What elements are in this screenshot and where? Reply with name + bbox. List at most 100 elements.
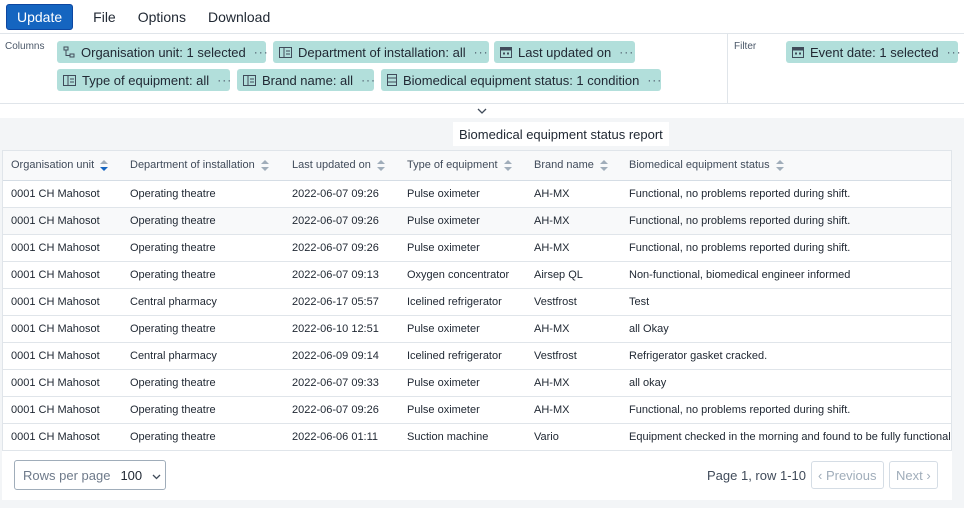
sort-icon: [260, 159, 269, 171]
table-cell: Central pharmacy: [122, 288, 284, 316]
column-header-biomedical-equipment-status[interactable]: Biomedical equipment status: [621, 151, 951, 181]
chip-label: Event date: 1 selected: [810, 44, 939, 60]
table-cell: AH-MX: [526, 180, 621, 208]
previous-page-button[interactable]: ‹ Previous: [811, 461, 884, 489]
table-cell: 0001 CH Mahosot: [3, 423, 122, 451]
table-cell: Pulse oximeter: [399, 180, 526, 208]
chevron-down-icon: [152, 468, 161, 483]
dimension-icon: [279, 45, 292, 59]
chip-biomedical-equipment-status[interactable]: Biomedical equipment status: 1 condition…: [381, 69, 661, 91]
table-cell: Oxygen concentrator: [399, 261, 526, 289]
table-cell: Pulse oximeter: [399, 369, 526, 397]
table-row: 0001 CH Mahosot Operating theatre 2022-06-…: [3, 315, 951, 343]
page-info: Page 1, row 1-10: [707, 468, 807, 483]
chip-event-date[interactable]: Event date: 1 selected ···: [786, 41, 961, 63]
chip-menu-icon[interactable]: ···: [474, 45, 489, 59]
table-cell: Equipment checked in the morning and fou…: [621, 423, 951, 451]
table-cell: Vestfrost: [526, 342, 621, 370]
chip-last-updated-on[interactable]: Last updated on ···: [494, 41, 635, 63]
table-cell: AH-MX: [526, 369, 621, 397]
table-cell: Operating theatre: [122, 369, 284, 397]
table-cell: 2022-06-10 12:51: [284, 315, 399, 343]
download-menu[interactable]: Download: [206, 5, 272, 29]
table-cell: AH-MX: [526, 234, 621, 262]
chip-menu-icon[interactable]: ···: [647, 73, 662, 87]
chip-menu-icon[interactable]: ···: [361, 73, 376, 87]
table-footer: Rows per page 100 Page 1, row 1-10 ‹ Pre…: [2, 451, 952, 500]
table-cell: AH-MX: [526, 396, 621, 424]
chip-department-of-installation[interactable]: Department of installation: all ···: [273, 41, 489, 63]
chip-label: Organisation unit: 1 selected: [81, 44, 246, 60]
table-cell: Operating theatre: [122, 423, 284, 451]
column-header-type-of-equipment[interactable]: Type of equipment: [399, 151, 526, 181]
table-cell: 0001 CH Mahosot: [3, 234, 122, 262]
rows-per-page-value: 100: [120, 467, 143, 483]
table-cell: Pulse oximeter: [399, 234, 526, 262]
table-cell: Airsep QL: [526, 261, 621, 289]
column-header-brand-name[interactable]: Brand name: [526, 151, 621, 181]
rows-per-page-select[interactable]: Rows per page 100: [14, 460, 166, 490]
chip-label: Brand name: all: [262, 72, 354, 88]
dimension-icon: [243, 73, 256, 87]
calendar-icon: [500, 45, 512, 59]
table-row: 0001 CH Mahosot Operating theatre 2022-06-…: [3, 369, 951, 397]
column-header-department-of-installation[interactable]: Department of installation: [122, 151, 284, 181]
layout-panel: Columns Filter Organisation unit: 1 sele…: [0, 33, 964, 104]
menu-bar: Update File Options Download: [0, 0, 964, 33]
table-row: 0001 CH Mahosot Operating theatre 2022-06-…: [3, 396, 951, 424]
data-element-icon: [387, 73, 397, 87]
table-row: 0001 CH Mahosot Operating theatre 2022-06-…: [3, 207, 951, 235]
table-row: 0001 CH Mahosot Central pharmacy 2022-06-1…: [3, 288, 951, 316]
chip-menu-icon[interactable]: ···: [947, 45, 962, 59]
table-cell: 0001 CH Mahosot: [3, 180, 122, 208]
chip-organisation-unit[interactable]: Organisation unit: 1 selected ···: [57, 41, 269, 63]
table-cell: Functional, no problems reported during …: [621, 396, 951, 424]
table-cell: 2022-06-09 09:14: [284, 342, 399, 370]
chip-menu-icon[interactable]: ···: [619, 45, 634, 59]
report-table-container: Organisation unit Department of installa…: [2, 150, 952, 500]
table-cell: Functional, no problems reported during …: [621, 234, 951, 262]
sort-icon: [775, 159, 784, 171]
options-menu[interactable]: Options: [136, 5, 188, 29]
table-row: 0001 CH Mahosot Operating theatre 2022-06-…: [3, 234, 951, 262]
chip-brand-name[interactable]: Brand name: all ···: [237, 69, 376, 91]
table-cell: 2022-06-07 09:26: [284, 180, 399, 208]
chip-label: Last updated on: [518, 44, 612, 60]
sort-descending-icon: [100, 159, 109, 171]
table-cell: AH-MX: [526, 315, 621, 343]
table-cell: 0001 CH Mahosot: [3, 396, 122, 424]
table-cell: Pulse oximeter: [399, 396, 526, 424]
chip-label: Department of installation: all: [298, 44, 466, 60]
table-cell: Pulse oximeter: [399, 207, 526, 235]
next-page-button[interactable]: Next ›: [889, 461, 938, 489]
calendar-icon: [792, 45, 804, 59]
chip-menu-icon[interactable]: ···: [217, 73, 232, 87]
table-row: 0001 CH Mahosot Operating theatre 2022-06-…: [3, 261, 951, 289]
sort-icon: [376, 159, 385, 171]
report-table: Organisation unit Department of installa…: [3, 151, 951, 451]
table-row: 0001 CH Mahosot Operating theatre 2022-06-…: [3, 180, 951, 208]
table-cell: 0001 CH Mahosot: [3, 207, 122, 235]
chip-label: Type of equipment: all: [82, 72, 210, 88]
table-cell: all okay: [621, 369, 951, 397]
table-cell: Operating theatre: [122, 261, 284, 289]
table-cell: 2022-06-06 01:11: [284, 423, 399, 451]
table-cell: 0001 CH Mahosot: [3, 315, 122, 343]
table-cell: 2022-06-07 09:26: [284, 234, 399, 262]
table-cell: Pulse oximeter: [399, 315, 526, 343]
report-title: Biomedical equipment status report: [453, 122, 669, 146]
update-button[interactable]: Update: [6, 3, 74, 30]
table-row: 0001 CH Mahosot Operating theatre 2022-06-…: [3, 423, 951, 451]
chip-type-of-equipment[interactable]: Type of equipment: all ···: [57, 69, 232, 91]
table-cell: Vario: [526, 423, 621, 451]
table-cell: Operating theatre: [122, 315, 284, 343]
column-header-last-updated-on[interactable]: Last updated on: [284, 151, 399, 181]
columns-label: Columns: [5, 41, 45, 52]
layout-collapse-toggle[interactable]: [0, 104, 964, 118]
column-header-organisation-unit[interactable]: Organisation unit: [3, 151, 122, 181]
file-menu[interactable]: File: [91, 5, 118, 29]
table-header-row: Organisation unit Department of installa…: [3, 151, 951, 181]
table-cell: Icelined refrigerator: [399, 342, 526, 370]
chip-menu-icon[interactable]: ···: [254, 45, 269, 59]
table-cell: 0001 CH Mahosot: [3, 342, 122, 370]
